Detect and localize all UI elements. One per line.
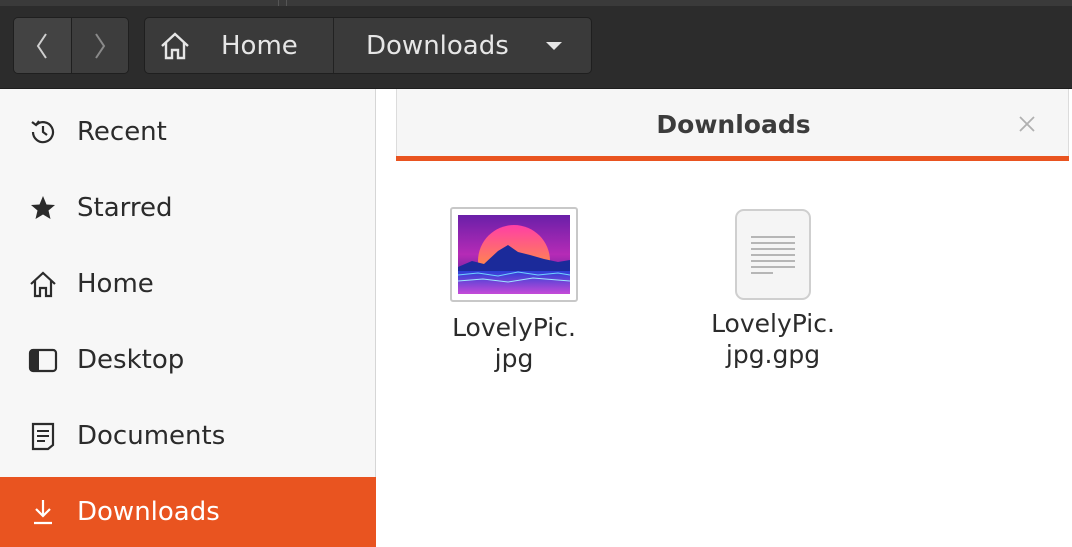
text-document-icon: [735, 209, 811, 300]
image-thumbnail: [450, 207, 578, 302]
sidebar-item-starred[interactable]: Starred: [0, 173, 376, 243]
caret-down-icon[interactable]: [545, 40, 563, 52]
divider: [278, 0, 279, 6]
path-item-label: Home: [221, 30, 298, 61]
file-name: jpg.gpg: [725, 340, 821, 369]
headerbar: Home Downloads: [0, 0, 1072, 89]
chevron-right-icon: [94, 32, 105, 59]
sidebar-item-home[interactable]: Home: [0, 249, 376, 319]
tab-close-button[interactable]: [1014, 111, 1040, 137]
path-bar: Home Downloads: [144, 17, 592, 74]
chevron-left-icon: [37, 32, 48, 59]
path-item-label: Downloads: [366, 30, 509, 61]
content-margin: [376, 89, 396, 161]
sidebar-item-desktop[interactable]: Desktop: [0, 325, 376, 395]
path-item-downloads[interactable]: Downloads: [334, 18, 591, 73]
file-name: LovelyPic.: [452, 313, 576, 342]
sidebar-item-label: Starred: [77, 193, 173, 223]
clock-icon: [28, 117, 58, 147]
tab-active-indicator: [396, 156, 1069, 161]
sidebar-item-recent[interactable]: Recent: [0, 97, 376, 167]
file-name: LovelyPic.: [711, 309, 835, 338]
sidebar: Recent Starred Home Desktop Documents Do…: [0, 89, 376, 547]
desktop-icon: [28, 345, 58, 375]
tab-downloads[interactable]: Downloads: [396, 89, 1069, 161]
path-item-home[interactable]: Home: [145, 18, 334, 73]
forward-button[interactable]: [70, 18, 128, 73]
file-item[interactable]: LovelyPic. jpg: [429, 207, 599, 374]
sidebar-item-downloads[interactable]: Downloads: [0, 477, 376, 547]
back-button[interactable]: [14, 18, 71, 73]
sidebar-item-label: Downloads: [77, 497, 220, 527]
divider: [286, 0, 287, 6]
document-icon: [28, 421, 58, 451]
sidebar-item-label: Documents: [77, 421, 226, 451]
tab-title: Downloads: [656, 109, 811, 139]
close-icon: [1019, 116, 1035, 132]
navigation-buttons: [13, 17, 129, 74]
file-item[interactable]: LovelyPic. jpg.gpg: [688, 209, 858, 370]
download-icon: [28, 497, 58, 527]
sidebar-item-label: Desktop: [77, 345, 185, 375]
sidebar-item-documents[interactable]: Documents: [0, 401, 376, 471]
star-icon: [28, 193, 58, 223]
home-icon: [161, 31, 189, 59]
file-name: jpg: [494, 344, 534, 373]
home-icon: [28, 269, 58, 299]
sidebar-item-label: Recent: [77, 117, 167, 147]
window-top-edge: [0, 0, 1072, 6]
sidebar-item-label: Home: [77, 269, 154, 299]
